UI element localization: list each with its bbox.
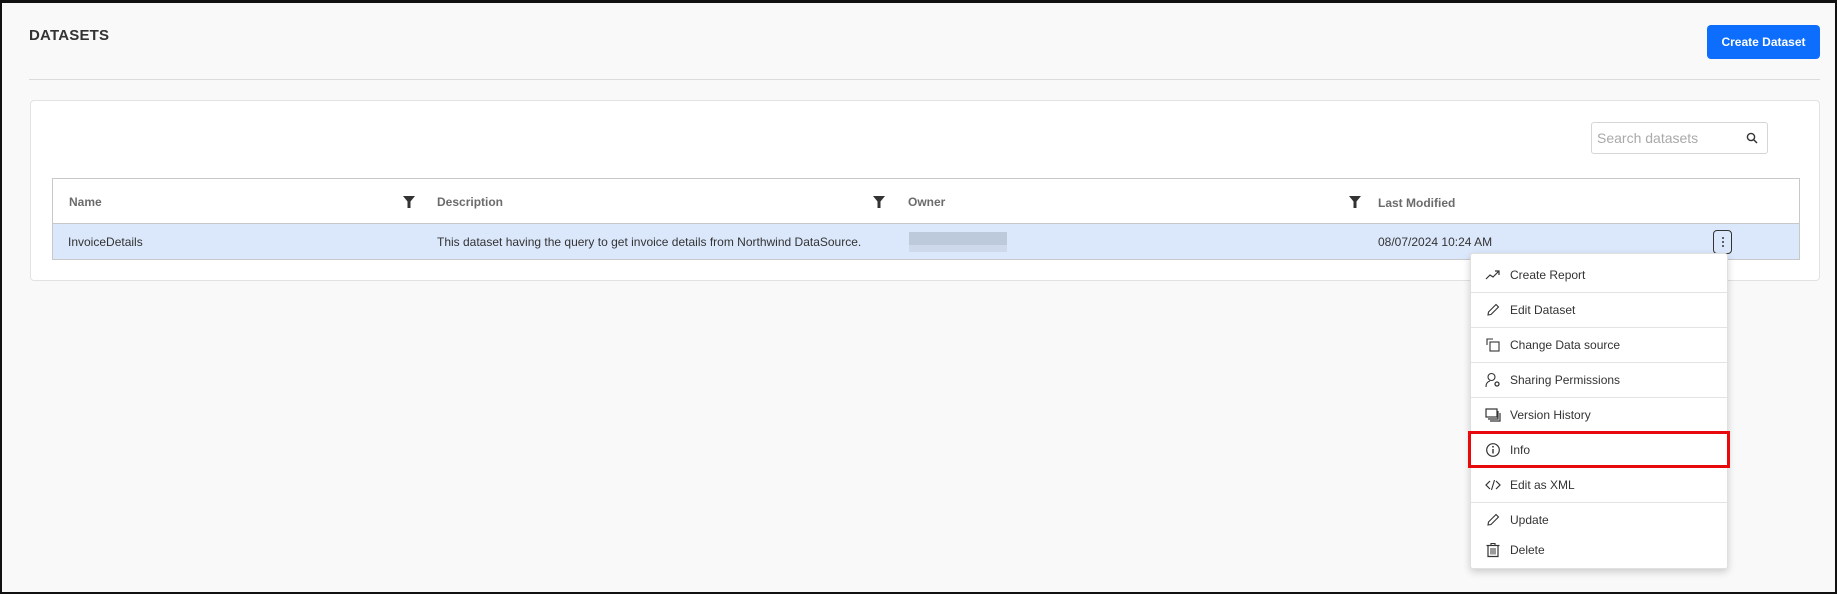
menu-item-delete[interactable]: Delete bbox=[1471, 532, 1727, 567]
menu-item-label: Version History bbox=[1510, 407, 1591, 422]
kebab-dot bbox=[1721, 245, 1724, 247]
column-header-last-modified[interactable]: Last Modified bbox=[1378, 180, 1455, 225]
trash-icon bbox=[1486, 542, 1500, 557]
row-actions-kebab-button[interactable] bbox=[1713, 230, 1732, 254]
grid-header: Name Description Owner Last Modified bbox=[53, 179, 1799, 224]
info-icon bbox=[1486, 442, 1500, 457]
copy-icon bbox=[1486, 337, 1500, 352]
row-context-menu: Create Report Edit Dataset Change Data s… bbox=[1470, 253, 1728, 569]
menu-item-label: Edit as XML bbox=[1510, 477, 1575, 492]
menu-item-label: Edit Dataset bbox=[1510, 302, 1576, 317]
menu-item-label: Sharing Permissions bbox=[1510, 372, 1621, 387]
page-title: DATASETS bbox=[29, 27, 110, 44]
menu-item-label: Update bbox=[1510, 512, 1549, 527]
search-icon[interactable] bbox=[1746, 132, 1758, 144]
versions-icon bbox=[1485, 407, 1501, 422]
filter-icon[interactable] bbox=[873, 196, 885, 208]
kebab-dot bbox=[1721, 237, 1724, 239]
cell-description: This dataset having the query to get inv… bbox=[437, 234, 862, 249]
menu-item-info[interactable]: Info bbox=[1471, 432, 1727, 467]
filter-icon[interactable] bbox=[1349, 196, 1361, 208]
menu-item-create-report[interactable]: Create Report bbox=[1471, 257, 1727, 292]
menu-item-version-history[interactable]: Version History bbox=[1471, 397, 1727, 432]
menu-item-sharing-permissions[interactable]: Sharing Permissions bbox=[1471, 362, 1727, 397]
trending-up-icon bbox=[1485, 269, 1500, 279]
column-header-description[interactable]: Description bbox=[437, 179, 503, 224]
cell-name: InvoiceDetails bbox=[68, 234, 143, 249]
datasets-grid: Name Description Owner Last Modified Inv… bbox=[52, 178, 1800, 260]
code-icon bbox=[1485, 479, 1501, 490]
header-divider bbox=[29, 79, 1820, 80]
kebab-dot bbox=[1721, 241, 1724, 243]
user-gear-icon bbox=[1485, 372, 1500, 387]
cell-owner-redacted bbox=[909, 232, 1007, 252]
filter-icon[interactable] bbox=[403, 196, 415, 208]
menu-item-label: Delete bbox=[1510, 542, 1545, 557]
pencil-icon bbox=[1487, 303, 1500, 316]
create-dataset-button[interactable]: Create Dataset bbox=[1707, 25, 1820, 59]
search-input[interactable] bbox=[1592, 124, 1737, 152]
menu-item-label: Create Report bbox=[1510, 267, 1586, 282]
menu-item-label: Change Data source bbox=[1510, 337, 1621, 352]
menu-item-label: Info bbox=[1510, 442, 1531, 457]
column-header-name[interactable]: Name bbox=[69, 179, 102, 224]
column-header-owner[interactable]: Owner bbox=[908, 179, 945, 224]
menu-item-edit-dataset[interactable]: Edit Dataset bbox=[1471, 292, 1727, 327]
menu-item-edit-as-xml[interactable]: Edit as XML bbox=[1471, 467, 1727, 502]
search-box[interactable] bbox=[1591, 122, 1768, 154]
pencil-icon bbox=[1487, 513, 1500, 526]
menu-item-change-data-source[interactable]: Change Data source bbox=[1471, 327, 1727, 362]
